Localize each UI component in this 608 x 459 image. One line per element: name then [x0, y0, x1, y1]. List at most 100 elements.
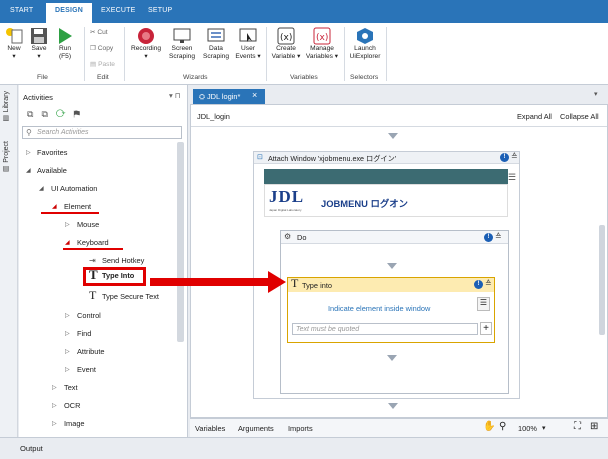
chevron-right-icon[interactable]: ▷ [52, 420, 57, 427]
attach-window-activity[interactable]: ⊡ Attach Window 'xjobmenu.exe ログイン' ! ≙ … [253, 151, 520, 399]
chevron-right-icon[interactable]: ▷ [65, 312, 70, 319]
menu-icon[interactable]: ☰ [477, 297, 490, 311]
info-icon[interactable]: ! [474, 280, 483, 289]
tab-setup[interactable]: SETUP [148, 7, 172, 14]
scissors-icon: ✂ [90, 29, 96, 36]
collapse-icon[interactable]: ≙ [511, 152, 518, 161]
screen-scraping-button[interactable]: Screen Scraping [166, 27, 198, 61]
chevron-down-icon[interactable]: ◢ [52, 203, 57, 210]
chevron-down-icon[interactable]: ▾ [542, 424, 546, 432]
cut-button[interactable]: ✂ Cut [90, 28, 108, 36]
tree-send-hotkey[interactable]: Send Hotkey [102, 256, 144, 265]
chevron-right-icon[interactable]: ▷ [65, 366, 70, 373]
paste-button[interactable]: ▤ Paste [90, 60, 115, 68]
type-t-icon: T [89, 288, 97, 302]
create-variable-button[interactable]: (x) Create Variable ▾ [270, 27, 302, 61]
tree-attribute[interactable]: Attribute [77, 347, 105, 356]
chevron-right-icon[interactable]: ▷ [52, 384, 57, 391]
chevron-down-icon[interactable]: ◢ [26, 167, 31, 174]
jdl-logo: JDL [269, 187, 305, 206]
chevron-down-icon[interactable]: ▾ [594, 90, 598, 98]
overview-icon[interactable]: ⊞ [590, 421, 598, 432]
tree-control[interactable]: Control [77, 311, 101, 320]
type-t-icon: T [291, 276, 299, 290]
new-button[interactable]: New ▾ [4, 27, 24, 61]
tree-find[interactable]: Find [77, 329, 91, 338]
chevron-right-icon[interactable]: ▷ [26, 149, 31, 156]
tree-text[interactable]: Text [64, 383, 78, 392]
manage-variables-button[interactable]: (x) Manage Variables ▾ [304, 27, 340, 61]
side-tab-library[interactable]: ▥ Library [3, 91, 11, 122]
recording-button[interactable]: Recording ▾ [128, 27, 164, 61]
copy-button[interactable]: ❐ Copy [90, 44, 113, 52]
tree-ocr[interactable]: OCR [64, 401, 80, 410]
info-icon[interactable]: ! [484, 233, 493, 242]
tab-start[interactable]: START [10, 7, 33, 14]
search-activities-input[interactable]: ⚲ Search Activities [22, 126, 182, 139]
arguments-tab[interactable]: Arguments [238, 424, 274, 433]
tab-jdl-login[interactable]: ⛭ JDL login* × [193, 89, 265, 104]
fit-screen-icon[interactable]: ⛶ [574, 421, 581, 432]
tab-execute[interactable]: EXECUTE [101, 7, 135, 14]
collapse-all-link[interactable]: Collapse All [560, 112, 599, 121]
chevron-down-icon[interactable]: ◢ [65, 239, 70, 246]
paste-icon: ▤ [90, 61, 97, 68]
zoom-icon[interactable]: ⚲ [499, 421, 506, 432]
scrollbar[interactable] [599, 225, 605, 335]
data-scraping-button[interactable]: Data Scraping [200, 27, 232, 61]
collapse-icon[interactable]: ≙ [485, 279, 492, 288]
do-block[interactable]: ⚙ Do ! ≙ T Type into ! ≙ Indicate elemen… [280, 230, 509, 394]
panel-menu-icon[interactable]: ▾ ⊓ [169, 91, 181, 100]
indicate-element-link[interactable]: Indicate element inside window [328, 304, 430, 313]
add-button[interactable]: + [480, 322, 492, 335]
close-icon[interactable]: × [252, 90, 257, 100]
tree-ui-automation[interactable]: UI Automation [51, 184, 97, 193]
output-tab[interactable]: Output [20, 444, 43, 453]
run-button[interactable]: Run (F5) [54, 27, 76, 61]
floppy-icon [30, 27, 48, 44]
imports-tab[interactable]: Imports [288, 424, 313, 433]
red-arrow [150, 271, 286, 293]
variables-tab[interactable]: Variables [195, 424, 225, 433]
launch-uiexplorer-button[interactable]: Launch UiExplorer [346, 27, 384, 61]
attach-window-icon: ⊡ [257, 154, 263, 161]
new-file-icon [5, 27, 23, 44]
filter-icon[interactable]: ⚑ [74, 109, 89, 119]
window-screenshot: JDL Japan Digital Laboratory JOBMENU ログオ… [264, 184, 508, 217]
menu-icon[interactable]: ☰ [508, 172, 516, 183]
hand-icon[interactable]: ✋ [483, 421, 495, 432]
tree-image[interactable]: Image [64, 419, 85, 428]
chevron-right-icon[interactable]: ▷ [52, 402, 57, 409]
tree-favorites[interactable]: Favorites [37, 148, 67, 157]
scrollbar[interactable] [177, 142, 184, 342]
save-button[interactable]: Save ▾ [28, 27, 50, 61]
tree-event[interactable]: Event [77, 365, 96, 374]
refresh-icon[interactable]: ⟳ [56, 109, 74, 119]
sequence-icon: ⚙ [284, 232, 292, 241]
workflow-icon: ⛭ [199, 92, 205, 101]
tree-element[interactable]: Element [64, 202, 91, 211]
divider [124, 27, 125, 81]
tab-design[interactable]: DESIGN [46, 3, 93, 23]
chevron-right-icon[interactable]: ▷ [65, 330, 70, 337]
app-title: JOBMENU ログオン [321, 198, 408, 209]
chevron-right-icon[interactable]: ▷ [65, 348, 70, 355]
side-tab-project[interactable]: ▤ Project [3, 141, 11, 173]
chevron-down-icon[interactable]: ◢ [39, 185, 44, 192]
chevron-right-icon[interactable]: ▷ [65, 221, 70, 228]
tree-available[interactable]: Available [37, 166, 67, 175]
user-events-button[interactable]: User Events ▾ [234, 27, 262, 61]
tree-mouse[interactable]: Mouse [77, 220, 99, 229]
expand-all-link[interactable]: Expand All [517, 112, 552, 121]
collapse-icon[interactable]: ⧉ [27, 109, 41, 119]
activity-header: ⊡ Attach Window 'xjobmenu.exe ログイン' ! ≙ [254, 152, 519, 164]
expand-icon[interactable]: ⧉ [41, 109, 55, 119]
tree-type-into: Type Into [102, 271, 135, 280]
info-icon[interactable]: ! [500, 153, 509, 162]
type-into-highlight[interactable]: T Type Into [83, 267, 146, 286]
zoom-level[interactable]: 100% [518, 424, 537, 433]
type-into-activity[interactable]: T Type into ! ≙ Indicate element inside … [287, 276, 495, 343]
tree-keyboard[interactable]: Keyboard [77, 238, 109, 247]
collapse-icon[interactable]: ≙ [495, 232, 502, 241]
text-input[interactable]: Text must be quoted [292, 323, 478, 335]
